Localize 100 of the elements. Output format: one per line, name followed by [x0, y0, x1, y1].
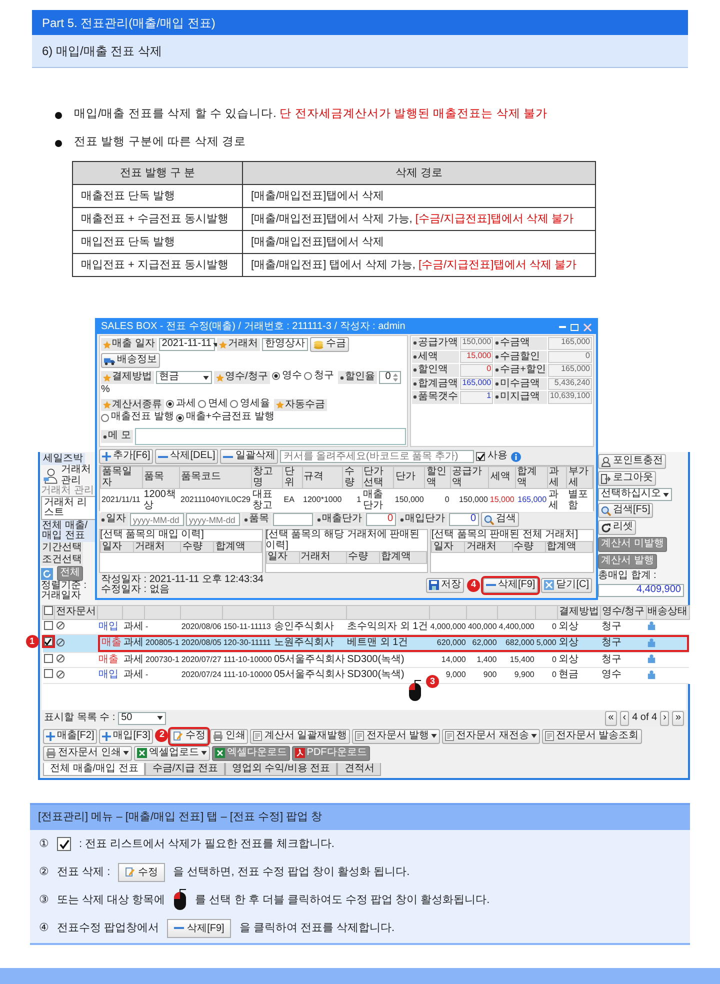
panel-title: [선택 품목의 판매된 전체 거래처] [431, 530, 580, 540]
table-cell: 외상 [557, 634, 600, 652]
number-field[interactable]: 0 [449, 513, 479, 526]
toolbar-button[interactable]: 추가[F6] [99, 449, 154, 464]
save-icon [428, 580, 439, 590]
group-caption: 거래처 관리 [41, 486, 94, 496]
action-button[interactable]: 엑셀업로드 [134, 746, 210, 760]
action-button[interactable]: 매입[F3] [99, 728, 154, 744]
document-tab[interactable]: 거래처 리스트 [41, 496, 96, 520]
radio-option[interactable]: 영수 [272, 371, 302, 382]
radio-option[interactable]: 면세 [198, 398, 228, 409]
minus-icon [158, 454, 168, 458]
list-row[interactable]: 매출 과세 200730-1 2020/07/27 111-10-10000 05서울주식회사 SD300(녹색) 14,000 1,400 15,400 0 외상 청구 [42, 652, 690, 668]
list-row[interactable]: 매입 과세 - 2020/08/06 150-11-11113 송인주식회사 초수익의자 외 1건 4,000,000 400,000 4,400,000 0 외상 청구 [42, 619, 690, 634]
text-field[interactable] [273, 513, 313, 526]
total-field: 10,639,100 [548, 391, 592, 404]
package-icon [647, 638, 656, 648]
instruction-text: : 전표 리스트에서 삭제가 필요한 전표를 체크합니다. [79, 836, 334, 852]
total-field: 165,000 [548, 364, 592, 376]
action-button[interactable]: 전자문서 재전송 [442, 728, 540, 744]
column-header: 단가선택 [362, 466, 394, 488]
radio-option[interactable]: 매출전표 발행 [101, 412, 174, 423]
action-button[interactable]: 매출[F2] [43, 728, 98, 744]
page-size-select[interactable]: 50 [118, 712, 166, 724]
bullet-icon [101, 518, 105, 522]
toolbar-button[interactable]: 일괄삭제 [220, 449, 278, 464]
column-header: 품목일자 [100, 466, 143, 488]
barcode-field[interactable]: 커서를 올려주세요(바코드로 품목 추가) [280, 450, 474, 463]
action-button[interactable]: 전자문서 발송조회 [542, 728, 642, 744]
minus-icon [486, 583, 496, 587]
checkbox[interactable] [44, 606, 53, 615]
total-field: 165,000 [548, 337, 592, 350]
date-field[interactable]: yyyy-MM-dd [186, 513, 240, 526]
spreadsheet-icon [214, 748, 225, 758]
dialog-button[interactable]: 저장 [426, 578, 464, 592]
action-button[interactable]: 전자문서 인쇄 [43, 746, 132, 760]
action-button[interactable]: 전자문서 발행 [352, 728, 440, 744]
checkbox-option[interactable]: 사용 [476, 451, 508, 462]
dropdown-field[interactable]: 선택하십시오 [598, 488, 672, 501]
bullet-icon [55, 140, 62, 146]
table-cell: 베트맨 외 1건 [346, 634, 430, 652]
toolbar-button[interactable]: 삭제[DEL] [155, 449, 218, 464]
table-cell: 9,900 [498, 668, 536, 683]
text-field[interactable]: 한영상사 [262, 338, 308, 351]
callout-badge: 4 [466, 578, 480, 592]
date-field[interactable]: yyyy-MM-dd [130, 513, 184, 526]
table-cell: SD300(녹색) [346, 652, 430, 668]
dropdown-field[interactable]: 현금 [156, 371, 212, 384]
search-button[interactable]: 검색[F5] [598, 503, 654, 518]
radio-option[interactable]: 매출+수금전표 발행 [176, 412, 274, 423]
dialog-button[interactable]: 닫기[C] [541, 578, 592, 592]
bullet-icon [400, 518, 404, 522]
tab[interactable]: 전체 매출/매입 전표 [43, 762, 146, 776]
ribbon-button[interactable]: 로그아웃 [598, 471, 656, 486]
field-label: 할인액 [418, 365, 448, 376]
reset-button[interactable]: 리셋 [598, 520, 636, 535]
button-sample: 수정 [118, 862, 166, 882]
bullet-text: 매입/매출 전표를 삭제 할 수 있습니다. [74, 108, 278, 120]
form-button[interactable]: 수금 [310, 337, 349, 352]
tab[interactable]: 수금/지급 전표 [145, 762, 225, 776]
checkbox[interactable] [44, 620, 52, 630]
ribbon-tab[interactable]: 세일즈박 [41, 453, 85, 465]
first-page-button[interactable]: « [605, 710, 617, 726]
dialog-button[interactable]: 삭제[F9] [482, 578, 538, 592]
action-button[interactable]: 인쇄 [210, 728, 248, 744]
previous-page-button[interactable]: ‹ [620, 710, 630, 726]
radio-option[interactable]: 과세 [166, 398, 196, 409]
radio-option[interactable]: 영세율 [230, 398, 270, 409]
checkbox[interactable] [44, 654, 52, 662]
field-label: 매입단가 [405, 514, 445, 525]
bullet-icon [317, 518, 321, 522]
checkbox[interactable] [44, 669, 52, 678]
tab[interactable]: 견적서 [337, 762, 382, 776]
search-button[interactable]: 검색 [481, 512, 519, 527]
form-button[interactable]: 배송정보 [101, 353, 160, 368]
table-cell: 4,000,000 [429, 619, 467, 634]
caret-icon [431, 734, 438, 738]
number-field[interactable]: 0 [366, 513, 396, 526]
bullet-icon [413, 354, 417, 359]
dropdown-field[interactable]: 2021-11-11 [158, 338, 215, 351]
checkbox[interactable] [44, 637, 52, 646]
sort-label: 정렬기준 : 거래일자 [41, 581, 88, 601]
field-label: 미지급액 [500, 392, 540, 402]
field-label: 일자 [106, 514, 126, 525]
action-button[interactable]: 계산서 일괄재발행 [250, 728, 350, 744]
radio-option[interactable]: 청구 [304, 371, 334, 382]
number-field[interactable]: 0 [378, 371, 401, 384]
table-cell: 900 [466, 668, 498, 683]
tab[interactable]: 영업외 수익/비용 전표 [224, 762, 338, 776]
next-page-button[interactable]: › [660, 710, 670, 726]
table-cell: 영수 [600, 668, 646, 683]
table-cell: [매출/매입전표]탭에서 삭제 [251, 236, 384, 248]
table-cell-text: [매출/매입전표]탭에서 삭제 가능, [251, 212, 414, 225]
last-page-button[interactable]: » [672, 710, 684, 726]
action-button[interactable]: 수정 [170, 728, 208, 744]
column-header: 수량 [346, 552, 380, 563]
memo-field[interactable] [134, 428, 406, 445]
filter-label: 조건선택 [41, 554, 83, 566]
ribbon-button[interactable]: 포인트충전 [598, 454, 666, 469]
table-cell: 별포함 [566, 488, 592, 512]
